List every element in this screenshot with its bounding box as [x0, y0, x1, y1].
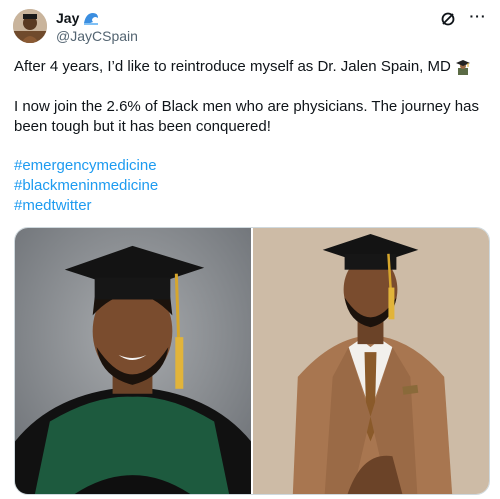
tweet-text-intro: After 4 years, I’d like to reintroduce m… — [14, 58, 451, 75]
hashtag-list: #emergencymedicine #blackmeninmedicine #… — [14, 156, 158, 216]
media-grid — [14, 227, 490, 495]
hashtag-link[interactable]: #medtwitter — [14, 196, 158, 216]
tweet-text-line1: After 4 years, I’d like to reintroduce m… — [14, 57, 490, 77]
graduation-cap-emoji-icon — [455, 59, 471, 75]
wave-emoji-icon — [83, 10, 99, 26]
avatar[interactable] — [13, 9, 47, 43]
hashtag-link[interactable]: #emergencymedicine — [14, 156, 158, 176]
tweet-actions-top: ··· — [438, 9, 488, 29]
graduation-portrait-suit-photo[interactable] — [253, 228, 489, 494]
author-name-row: Jay — [56, 10, 99, 26]
author-handle[interactable]: @JayCSpain — [56, 28, 138, 44]
tweet-card: Jay @JayCSpain ··· After 4 years, I’d li… — [0, 0, 500, 499]
grok-slash-icon[interactable] — [438, 9, 458, 29]
more-dots-icon[interactable]: ··· — [468, 6, 488, 26]
display-name[interactable]: Jay — [56, 10, 79, 26]
graduation-portrait-gown-photo[interactable] — [15, 228, 251, 494]
hashtag-link[interactable]: #blackmeninmedicine — [14, 176, 158, 196]
tweet-text-body: I now join the 2.6% of Black men who are… — [14, 98, 479, 135]
